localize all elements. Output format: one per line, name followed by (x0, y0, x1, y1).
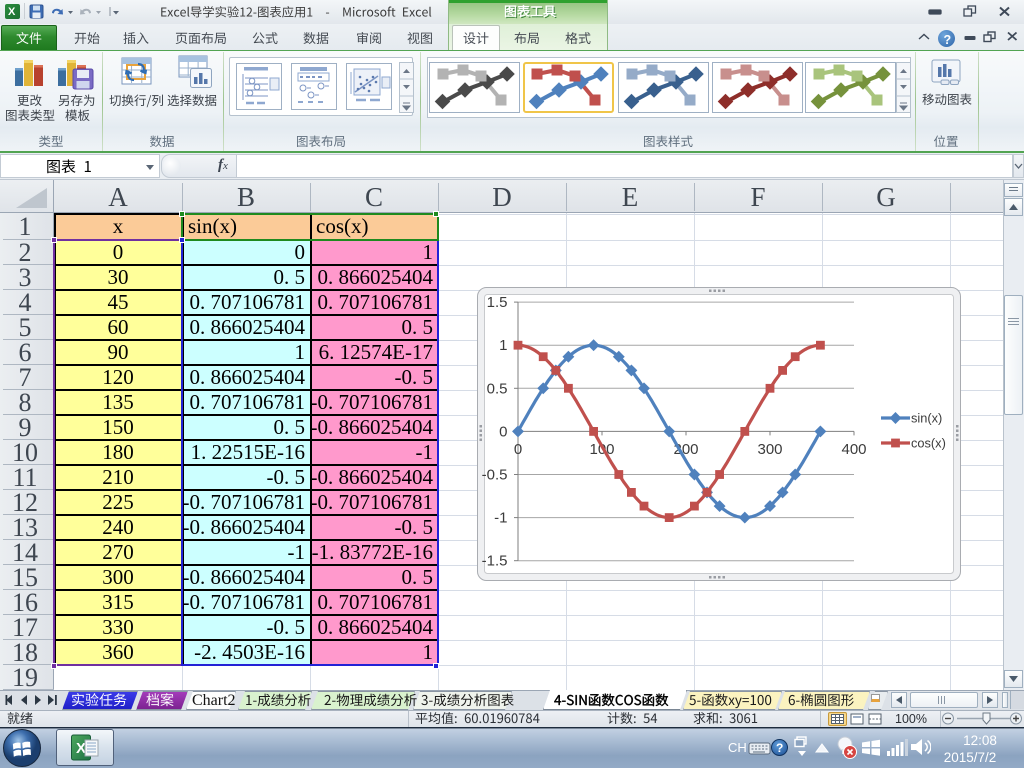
svg-text:0: 0 (499, 423, 507, 440)
svg-text:cos(x): cos(x) (911, 435, 946, 450)
svg-text:-0.5: -0.5 (482, 467, 508, 484)
svg-text:-1: -1 (494, 510, 507, 527)
svg-text:-1.5: -1.5 (482, 553, 508, 570)
svg-text:sin(x): sin(x) (911, 410, 942, 425)
svg-text:400: 400 (841, 441, 866, 458)
svg-text:1: 1 (499, 337, 507, 354)
svg-text:300: 300 (757, 441, 782, 458)
svg-text:1.5: 1.5 (487, 294, 508, 311)
svg-text:0.5: 0.5 (487, 380, 508, 397)
svg-text:0: 0 (514, 441, 522, 458)
